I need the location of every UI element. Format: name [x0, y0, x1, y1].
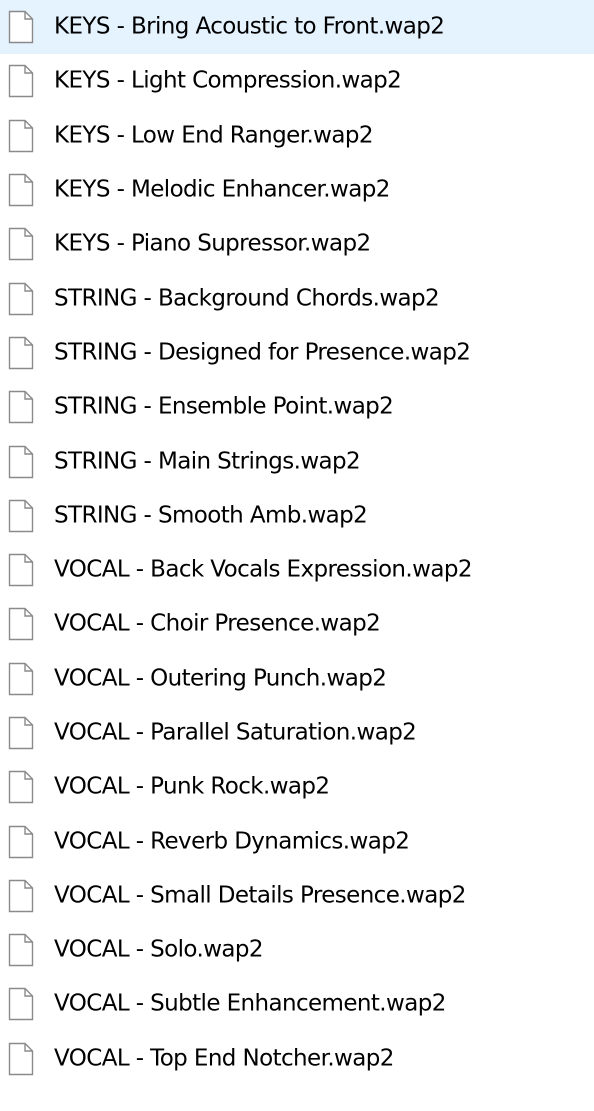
- file-list-item[interactable]: VOCAL - Reverb Dynamics.wap2: [0, 814, 594, 868]
- blank-file-icon: [8, 499, 34, 533]
- blank-file-icon: [8, 10, 34, 44]
- file-name: VOCAL - Outering Punch.wap2: [54, 665, 387, 692]
- file-list-item[interactable]: KEYS - Piano Supressor.wap2: [0, 217, 594, 271]
- blank-file-icon: [8, 825, 34, 859]
- file-list-item[interactable]: VOCAL - Parallel Saturation.wap2: [0, 706, 594, 760]
- file-name: VOCAL - Back Vocals Expression.wap2: [54, 556, 472, 583]
- file-list-item[interactable]: VOCAL - Back Vocals Expression.wap2: [0, 543, 594, 597]
- file-list-item[interactable]: STRING - Main Strings.wap2: [0, 434, 594, 488]
- file-name: KEYS - Low End Ranger.wap2: [54, 122, 374, 149]
- file-name: VOCAL - Subtle Enhancement.wap2: [54, 990, 446, 1017]
- file-name: VOCAL - Solo.wap2: [54, 936, 264, 963]
- file-list-item[interactable]: STRING - Ensemble Point.wap2: [0, 380, 594, 434]
- blank-file-icon: [8, 987, 34, 1021]
- file-list: KEYS - Bring Acoustic to Front.wap2 KEYS…: [0, 0, 594, 1086]
- file-list-item[interactable]: KEYS - Light Compression.wap2: [0, 54, 594, 108]
- file-list-item[interactable]: KEYS - Low End Ranger.wap2: [0, 109, 594, 163]
- file-list-item[interactable]: STRING - Designed for Presence.wap2: [0, 326, 594, 380]
- blank-file-icon: [8, 553, 34, 587]
- file-name: KEYS - Melodic Enhancer.wap2: [54, 176, 390, 203]
- blank-file-icon: [8, 390, 34, 424]
- file-name: KEYS - Piano Supressor.wap2: [54, 230, 371, 257]
- file-name: STRING - Main Strings.wap2: [54, 448, 361, 475]
- file-name: VOCAL - Parallel Saturation.wap2: [54, 719, 417, 746]
- blank-file-icon: [8, 770, 34, 804]
- file-list-item[interactable]: VOCAL - Top End Notcher.wap2: [0, 1032, 594, 1086]
- blank-file-icon: [8, 227, 34, 261]
- file-list-item[interactable]: VOCAL - Small Details Presence.wap2: [0, 869, 594, 923]
- file-name: STRING - Ensemble Point.wap2: [54, 393, 394, 420]
- blank-file-icon: [8, 445, 34, 479]
- file-list-item[interactable]: VOCAL - Subtle Enhancement.wap2: [0, 977, 594, 1031]
- blank-file-icon: [8, 173, 34, 207]
- file-list-item[interactable]: VOCAL - Punk Rock.wap2: [0, 760, 594, 814]
- file-list-item[interactable]: VOCAL - Choir Presence.wap2: [0, 597, 594, 651]
- file-name: STRING - Background Chords.wap2: [54, 285, 440, 312]
- file-list-item[interactable]: STRING - Background Chords.wap2: [0, 271, 594, 325]
- file-name: VOCAL - Choir Presence.wap2: [54, 610, 381, 637]
- blank-file-icon: [8, 336, 34, 370]
- file-list-item[interactable]: KEYS - Melodic Enhancer.wap2: [0, 163, 594, 217]
- file-list-item[interactable]: KEYS - Bring Acoustic to Front.wap2: [0, 0, 594, 55]
- file-name: STRING - Designed for Presence.wap2: [54, 339, 471, 366]
- file-name: KEYS - Bring Acoustic to Front.wap2: [54, 13, 445, 40]
- blank-file-icon: [8, 607, 34, 641]
- blank-file-icon: [8, 716, 34, 750]
- file-list-item[interactable]: VOCAL - Solo.wap2: [0, 923, 594, 977]
- file-list-item[interactable]: STRING - Smooth Amb.wap2: [0, 489, 594, 543]
- blank-file-icon: [8, 662, 34, 696]
- blank-file-icon: [8, 119, 34, 153]
- blank-file-icon: [8, 282, 34, 316]
- blank-file-icon: [8, 933, 34, 967]
- blank-file-icon: [8, 879, 34, 913]
- file-name: KEYS - Light Compression.wap2: [54, 67, 402, 94]
- file-list-item[interactable]: VOCAL - Outering Punch.wap2: [0, 652, 594, 706]
- file-name: VOCAL - Reverb Dynamics.wap2: [54, 828, 410, 855]
- blank-file-icon: [8, 1042, 34, 1076]
- file-name: VOCAL - Top End Notcher.wap2: [54, 1045, 394, 1072]
- file-name: VOCAL - Small Details Presence.wap2: [54, 882, 466, 909]
- file-name: VOCAL - Punk Rock.wap2: [54, 773, 330, 800]
- blank-file-icon: [8, 64, 34, 98]
- file-name: STRING - Smooth Amb.wap2: [54, 502, 368, 529]
